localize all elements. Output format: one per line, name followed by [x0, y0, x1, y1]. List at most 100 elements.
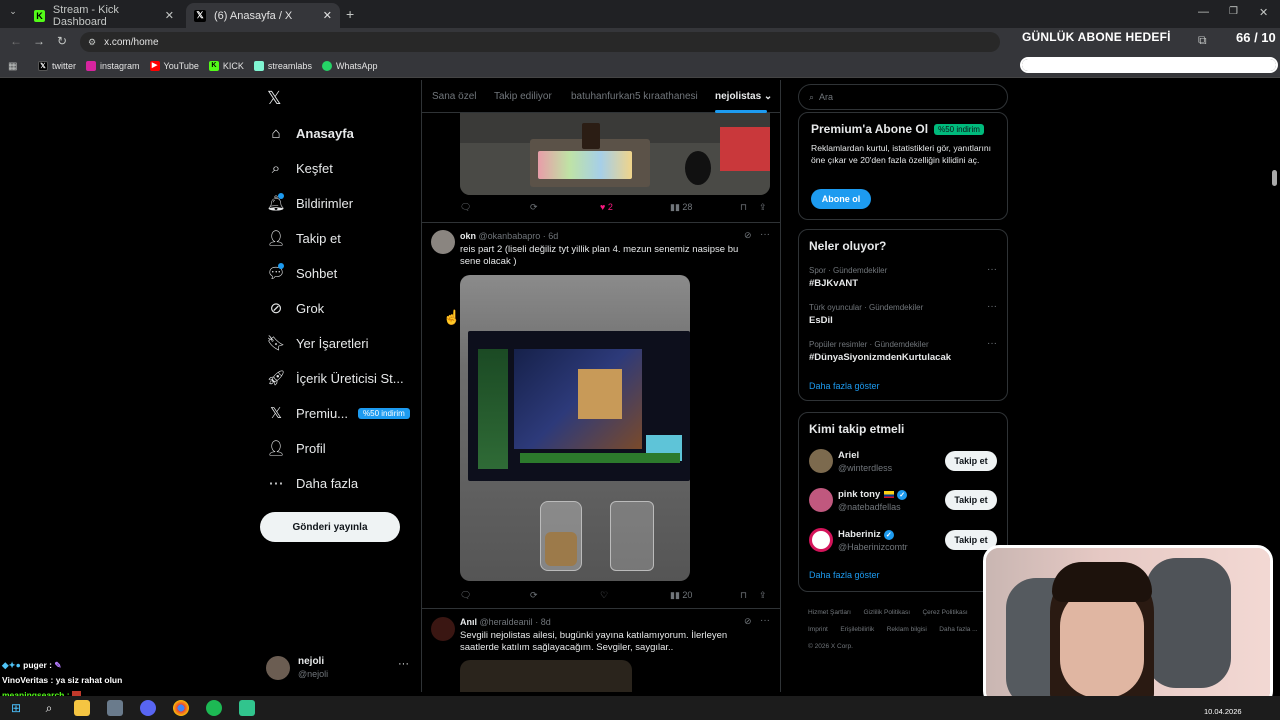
file-explorer-icon[interactable]	[74, 700, 90, 716]
tweet-time[interactable]: · 6d	[543, 231, 559, 241]
author-handle[interactable]: @okanbabapro	[479, 231, 541, 241]
reload-icon[interactable]: ↻	[57, 34, 67, 48]
author-handle[interactable]: @heraldeanil	[480, 617, 533, 627]
author-name[interactable]: okn	[460, 231, 476, 241]
footer-link[interactable]: Imprint	[808, 626, 828, 633]
bookmark-kick[interactable]: K KICK	[208, 61, 244, 71]
tweet-image[interactable]	[460, 660, 632, 692]
tweet-time[interactable]: · 8d	[535, 617, 551, 627]
forward-icon[interactable]: →	[33, 34, 45, 48]
author-name[interactable]: Anıl	[460, 617, 477, 627]
retweet-icon[interactable]: ⟳	[530, 202, 538, 213]
streamlabs-icon[interactable]	[239, 700, 255, 716]
account-switcher[interactable]: nejoli @nejoli ···	[266, 654, 412, 682]
reply-icon[interactable]: 🗨︎	[460, 590, 471, 601]
nav-profile[interactable]: 👤︎ Profil	[266, 440, 325, 457]
tweet-image[interactable]	[460, 275, 690, 581]
tab-list-kiraathanesi[interactable]: batuhanfurkan5 kıraathanesi	[571, 91, 698, 102]
search-icon[interactable]: ⌕	[41, 700, 57, 716]
more-icon[interactable]: ···	[987, 264, 997, 275]
restore-button[interactable]: ❐	[1229, 6, 1238, 17]
subscribe-button[interactable]: Abone ol	[811, 189, 871, 209]
footer-link[interactable]: Erişilebilirlik	[840, 626, 874, 633]
more-icon[interactable]: ···	[760, 229, 770, 240]
search-box[interactable]: ⌕ Ara	[798, 84, 1008, 110]
grok-icon[interactable]: ⊘	[744, 616, 752, 627]
apps-grid-icon[interactable]: ▦	[8, 61, 17, 72]
footer-link[interactable]: Çerez Politikası	[922, 609, 967, 616]
tab-for-you[interactable]: Sana özel	[432, 91, 476, 102]
bookmark-instagram[interactable]: instagram	[86, 61, 140, 71]
like-icon[interactable]: ♡	[600, 590, 608, 601]
share-icon[interactable]: ⇪	[759, 590, 767, 601]
footer-link[interactable]: Gizlilik Politikası	[863, 609, 910, 616]
extensions-icon[interactable]: ⧉	[1198, 33, 1207, 48]
window-close-button[interactable]: ✕	[1259, 6, 1268, 19]
more-icon[interactable]: ···	[760, 615, 770, 626]
minimize-button[interactable]: —	[1198, 6, 1209, 18]
close-icon[interactable]: ✕	[323, 9, 332, 22]
spotify-icon[interactable]	[206, 700, 222, 716]
bookmark-whatsapp[interactable]: WhatsApp	[321, 61, 377, 71]
stats-icon: ▮▮	[670, 202, 680, 212]
follow-suggestion[interactable]: Haberiniz ✓ @Haberinizcomtr Takip et	[799, 526, 1007, 556]
nav-chat[interactable]: 💬︎ Sohbet	[266, 263, 337, 282]
views-button[interactable]: ▮▮ 28	[670, 202, 692, 213]
trend-item[interactable]: Spor · Gündemdekiler #BJKvANT ···	[799, 262, 1007, 298]
avatar[interactable]	[431, 230, 455, 254]
nav-bookmarks[interactable]: 🔖︎ Yer İşaretleri	[266, 335, 368, 352]
more-icon[interactable]: ···	[398, 658, 409, 670]
discord-icon[interactable]	[140, 700, 156, 716]
follow-button[interactable]: Takip et	[945, 490, 997, 510]
retweet-icon[interactable]: ⟳	[530, 590, 538, 601]
trends-show-more[interactable]: Daha fazla göster	[809, 381, 880, 391]
page-scrollbar[interactable]	[1272, 170, 1277, 186]
tab-following[interactable]: Takip ediliyor	[494, 91, 552, 102]
bookmark-icon[interactable]: ⊓	[740, 590, 747, 601]
post-button[interactable]: Gönderi yayınla	[260, 512, 400, 542]
trend-item[interactable]: Popüler resimler · Gündemdekiler #DünyaS…	[799, 336, 1007, 372]
more-icon[interactable]: ···	[987, 301, 997, 312]
nav-creator-studio[interactable]: 🚀︎ İçerik Üreticisi St...	[266, 370, 403, 387]
nav-notifications[interactable]: 🔔︎ Bildirimler	[266, 193, 353, 212]
bookmark-streamlabs[interactable]: streamlabs	[253, 61, 312, 71]
chrome-icon[interactable]	[173, 700, 189, 716]
site-info-icon[interactable]: ⚙	[88, 37, 96, 48]
nav-more[interactable]: ⋯ Daha fazla	[268, 475, 359, 492]
x-logo-icon[interactable]: 𝕏	[267, 88, 282, 109]
avatar[interactable]	[431, 617, 455, 641]
footer-link[interactable]: Reklam bilgisi	[887, 626, 927, 633]
trend-item[interactable]: Türk oyuncular · Gündemdekiler EsDil ···	[799, 299, 1007, 335]
follow-suggestion[interactable]: pink tony ✓ @natebadfellas Takip et	[799, 486, 1007, 516]
grok-icon[interactable]: ⊘	[744, 230, 752, 241]
close-icon[interactable]: ✕	[165, 9, 174, 22]
nav-grok[interactable]: ⊘ Grok	[268, 300, 324, 317]
tab-search-icon[interactable]: ⌄	[6, 6, 20, 20]
footer-link[interactable]: Hizmet Şartları	[808, 609, 851, 616]
tab-nejolistas[interactable]: nejolistas ⌄	[715, 91, 772, 102]
follow-show-more[interactable]: Daha fazla göster	[809, 570, 880, 580]
nav-premium[interactable]: 𝕏 Premiu... %50 indirim	[268, 405, 410, 422]
nav-home[interactable]: ⌂ Anasayfa	[268, 125, 353, 142]
nav-explore[interactable]: ⌕ Keşfet	[268, 160, 333, 177]
bookmark-icon[interactable]: ⊓	[740, 202, 747, 213]
tweet-image[interactable]	[460, 113, 770, 195]
more-icon[interactable]: ···	[987, 338, 997, 349]
start-icon[interactable]: ⊞	[8, 700, 24, 716]
new-tab-button[interactable]: +	[346, 6, 354, 22]
nav-follow[interactable]: 👤︎ Takip et	[266, 230, 340, 247]
tab-x-home[interactable]: 𝕏 (6) Anasayfa / X ✕	[186, 3, 340, 28]
tab-kick-dashboard[interactable]: K Stream - Kick Dashboard ✕	[26, 3, 182, 28]
follow-suggestion[interactable]: Ariel @winterdless Takip et	[799, 447, 1007, 477]
back-icon[interactable]: ←	[10, 34, 22, 48]
follow-button[interactable]: Takip et	[945, 451, 997, 471]
bookmark-youtube[interactable]: ▶ YouTube	[149, 61, 199, 71]
app-icon[interactable]	[107, 700, 123, 716]
bookmark-twitter[interactable]: 𝕏twitter	[38, 61, 76, 71]
reply-icon[interactable]: 🗨︎	[460, 202, 471, 213]
footer-link[interactable]: Daha fazla ...	[939, 626, 977, 633]
views-button[interactable]: ▮▮ 20	[670, 590, 692, 601]
address-bar[interactable]: ⚙ x.com/home	[80, 32, 1000, 52]
like-button[interactable]: ♥ 2	[600, 202, 613, 212]
share-icon[interactable]: ⇪	[759, 202, 767, 213]
